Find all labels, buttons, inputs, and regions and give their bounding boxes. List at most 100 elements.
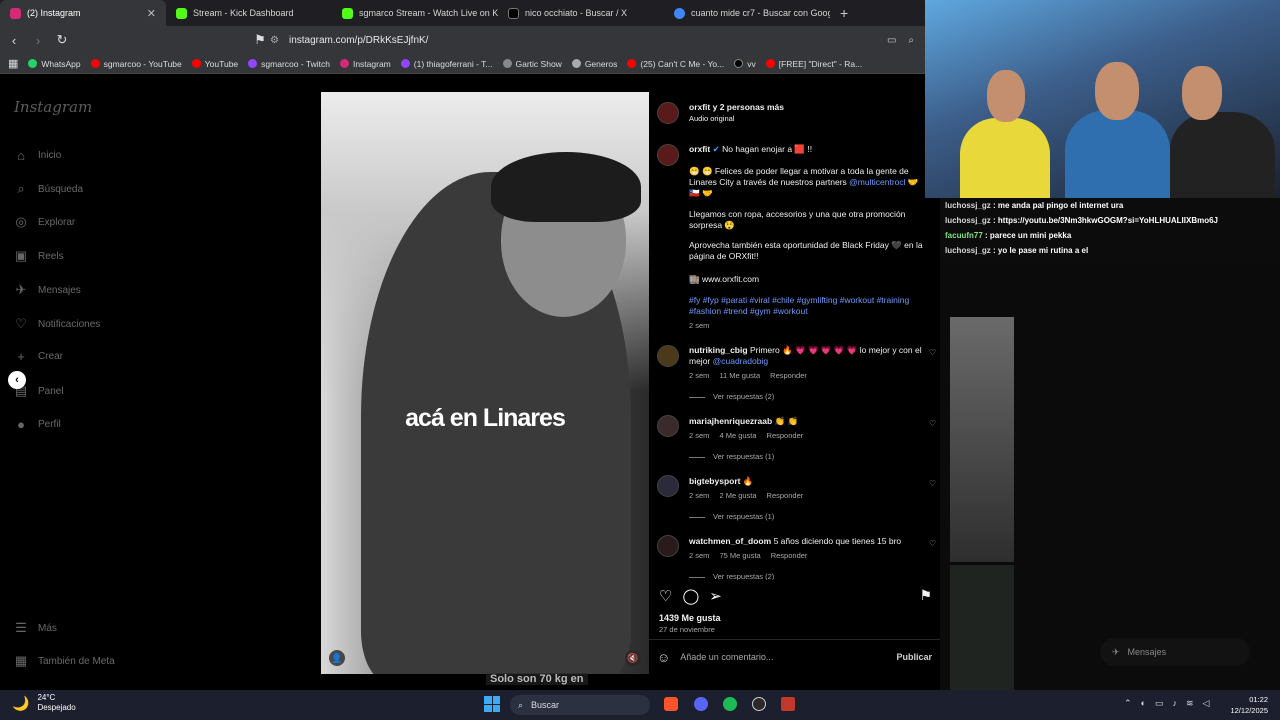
cast-icon[interactable]: ▭: [887, 35, 896, 46]
app-icon[interactable]: [781, 697, 795, 711]
nav-reels[interactable]: ▣ Reels: [14, 248, 64, 264]
bookmark-youtube-channel[interactable]: sgmarcoo - YouTube: [90, 59, 182, 69]
taskbar-search[interactable]: ⌕ Buscar: [510, 695, 650, 715]
reply-button[interactable]: Responder: [770, 371, 807, 380]
tab-x-search[interactable]: nico occhiato - Buscar / X: [498, 0, 664, 26]
nav-more[interactable]: ☰ Más: [14, 620, 57, 636]
mute-icon[interactable]: 🔇: [625, 650, 641, 666]
apps-icon[interactable]: ▦: [8, 57, 18, 70]
comment-avatar[interactable]: [657, 475, 679, 497]
site-info-icon[interactable]: ⚙: [270, 35, 279, 46]
chevron-up-icon[interactable]: ⌃: [1124, 698, 1132, 709]
instagram-logo[interactable]: Instagram: [14, 98, 92, 116]
like-comment-icon[interactable]: ♡: [929, 419, 936, 428]
new-tab-button[interactable]: +: [830, 0, 858, 26]
comment-likes[interactable]: 11 Me gusta: [719, 371, 760, 380]
next-reel-preview[interactable]: [950, 317, 1014, 562]
emoji-icon[interactable]: ☺: [657, 650, 670, 665]
mention-link[interactable]: @cuadradobig: [713, 356, 768, 366]
orxfit-avatar[interactable]: [657, 102, 679, 124]
reply-button[interactable]: Responder: [771, 551, 808, 560]
steam-icon[interactable]: [752, 697, 766, 711]
wifi-icon[interactable]: ≋: [1186, 698, 1194, 709]
comment-author[interactable]: nutriking_cbig: [689, 345, 748, 355]
comment-icon[interactable]: ◯: [682, 587, 699, 605]
comment-avatar[interactable]: [657, 415, 679, 437]
brave-icon[interactable]: [664, 697, 678, 711]
close-tab-icon[interactable]: ✕: [147, 7, 156, 20]
bookmark-twitch[interactable]: sgmarcoo - Twitch: [248, 59, 330, 69]
share-icon[interactable]: ➢: [709, 587, 722, 605]
nav-meta[interactable]: ▦ También de Meta: [14, 653, 115, 669]
comment-author[interactable]: mariajhenriquezraab: [689, 416, 772, 426]
save-icon[interactable]: ⚑: [919, 587, 932, 604]
nav-create[interactable]: + Crear: [14, 349, 63, 364]
post-author[interactable]: orxfit y 2 personas más: [689, 102, 924, 113]
caption-hashtags[interactable]: #fy #fyp #parati #viral #chile #gymlifti…: [689, 295, 924, 317]
folder-icon[interactable]: ▭: [1155, 698, 1164, 709]
nav-profile[interactable]: ● Perfil: [14, 417, 61, 432]
view-replies-button[interactable]: Ver respuestas (1): [689, 512, 774, 521]
network-icon[interactable]: ◐: [1141, 698, 1146, 709]
bookmark-gartic[interactable]: Gartic Show: [502, 59, 562, 69]
view-replies-button[interactable]: Ver respuestas (1): [689, 452, 774, 461]
bookmark-generos[interactable]: Generos: [571, 59, 617, 69]
caption-avatar[interactable]: [657, 144, 679, 166]
view-replies-button[interactable]: Ver respuestas (2): [689, 572, 774, 580]
nav-explore[interactable]: ◎ Explorar: [14, 214, 75, 230]
like-comment-icon[interactable]: ♡: [929, 539, 936, 548]
view-replies-button[interactable]: Ver respuestas (2): [689, 392, 774, 401]
publish-button[interactable]: Publicar: [896, 652, 932, 662]
microphone-icon[interactable]: ♪: [1173, 698, 1178, 709]
like-icon[interactable]: ♡: [659, 587, 672, 605]
start-button[interactable]: [484, 696, 500, 712]
tab-google-search[interactable]: cuanto mide cr7 - Buscar con Google: [664, 0, 830, 26]
clock[interactable]: 01:22 12/12/2025: [1222, 694, 1268, 716]
bookmark-youtube[interactable]: YouTube: [191, 59, 238, 69]
reply-button[interactable]: Responder: [767, 491, 804, 500]
tab-kick-stream[interactable]: sgmarco Stream - Watch Live on Kick: [332, 0, 498, 26]
bookmark-instagram[interactable]: Instagram: [339, 59, 391, 69]
like-comment-icon[interactable]: ♡: [929, 348, 936, 357]
likes-count[interactable]: 1439 Me gusta: [659, 613, 721, 623]
bookmark-cant-c-me[interactable]: (25) Can't C Me - Yo...: [627, 59, 724, 69]
previous-post-button[interactable]: ‹: [8, 371, 26, 389]
reel-video[interactable]: acá en Linares 👤 🔇: [321, 92, 649, 674]
comment-input[interactable]: Añade un comentario...: [680, 652, 773, 662]
caption-author[interactable]: orxfit: [689, 144, 710, 154]
bookmark-twitch-thiago[interactable]: (1) thiagoferrani - T...: [400, 59, 493, 69]
audio-label[interactable]: Audio original: [689, 113, 924, 124]
bookmark-direct[interactable]: [FREE] "Direct" - Ra...: [765, 59, 862, 69]
bookmark-whatsapp[interactable]: WhatsApp: [28, 59, 81, 69]
reply-button[interactable]: Responder: [767, 431, 804, 440]
next-reel-preview-2[interactable]: [950, 565, 1014, 690]
comment-author[interactable]: bigtebysport: [689, 476, 740, 486]
comment-likes[interactable]: 75 Me gusta: [719, 551, 760, 560]
tagged-user-icon[interactable]: 👤: [329, 650, 345, 666]
tab-kick-dashboard[interactable]: Stream - Kick Dashboard: [166, 0, 332, 26]
zoom-icon[interactable]: ⌕: [908, 35, 914, 46]
reload-icon[interactable]: ↻: [52, 32, 72, 48]
bookmark-x[interactable]: vv: [734, 59, 756, 69]
comment-likes[interactable]: 2 Me gusta: [719, 491, 756, 500]
comment-author[interactable]: watchmen_of_doom: [689, 536, 771, 546]
nav-search[interactable]: ⌕ Búsqueda: [14, 181, 83, 197]
mention-link[interactable]: @multicentrocl: [849, 177, 905, 187]
like-comment-icon[interactable]: ♡: [929, 479, 936, 488]
nav-messages[interactable]: ✈ Mensajes: [14, 282, 81, 298]
url-field[interactable]: ⚙ instagram.com/p/DRkKsEJjfnK/ ▭ ⌕: [270, 29, 920, 51]
weather-widget[interactable]: 🌙 24°C Despejado: [12, 693, 76, 713]
comment-likes[interactable]: 4 Me gusta: [719, 431, 756, 440]
forward-icon[interactable]: ›: [28, 33, 48, 48]
tab-instagram[interactable]: (2) Instagram ✕: [0, 0, 166, 26]
volume-icon[interactable]: ◁: [1203, 698, 1210, 709]
messages-button[interactable]: ✈ Mensajes: [1100, 638, 1250, 666]
nav-notifications[interactable]: ♡ Notificaciones: [14, 316, 100, 332]
back-icon[interactable]: ‹: [4, 33, 24, 48]
discord-icon[interactable]: [694, 697, 708, 711]
spotify-icon[interactable]: [723, 697, 737, 711]
comment-avatar[interactable]: [657, 345, 679, 367]
nav-home[interactable]: ⌂ Inicio: [14, 148, 61, 163]
comment-avatar[interactable]: [657, 535, 679, 557]
bookmark-page-icon[interactable]: ⚑: [250, 32, 270, 48]
